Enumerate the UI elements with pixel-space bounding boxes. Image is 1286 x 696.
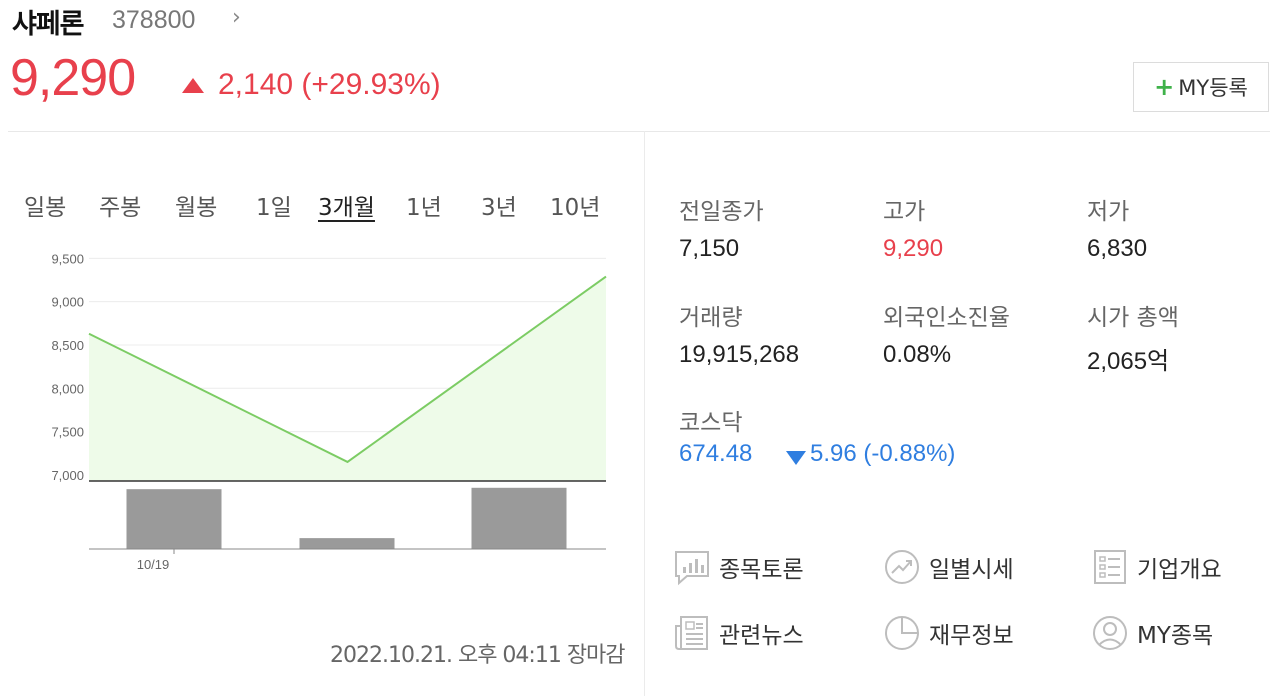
link-financials[interactable]: 재무정보 xyxy=(883,614,1014,652)
stat-volume: 거래량 19,915,268 xyxy=(679,298,799,369)
stat-kosdaq[interactable]: 코스닥 xyxy=(679,403,742,437)
tab-1year[interactable]: 1년 xyxy=(406,188,442,222)
stock-code[interactable]: 378800 xyxy=(112,6,195,35)
link-label: 관련뉴스 xyxy=(719,623,804,649)
y-tick-label: 7,500 xyxy=(51,425,84,440)
user-circle-icon xyxy=(1093,616,1127,650)
stat-value: 6,830 xyxy=(1087,235,1148,262)
stat-label: 고가 xyxy=(883,199,926,225)
stat-value: 7,150 xyxy=(679,235,740,262)
stat-value: 9,290 xyxy=(883,235,944,262)
link-discussion[interactable]: 종목토론 xyxy=(673,548,804,586)
link-label: MY종목 xyxy=(1137,623,1214,649)
link-label: 기업개요 xyxy=(1137,557,1222,583)
link-my-stocks[interactable]: MY종목 xyxy=(1091,614,1213,652)
y-tick-label: 9,000 xyxy=(51,295,84,310)
stat-low: 저가 6,830 xyxy=(1087,192,1147,263)
tab-3year[interactable]: 3년 xyxy=(481,188,517,222)
chart-period-tabs: 일봉 주봉 월봉 1일 3개월 1년 3년 10년 xyxy=(0,188,640,224)
newspaper-icon xyxy=(675,616,708,650)
stat-label: 저가 xyxy=(1087,199,1130,225)
down-triangle-icon xyxy=(786,451,806,465)
header-divider xyxy=(8,131,1270,132)
stat-label: 시가 총액 xyxy=(1087,305,1179,331)
link-daily-price[interactable]: 일별시세 xyxy=(883,548,1014,586)
y-tick-label: 7,000 xyxy=(51,468,84,483)
stat-high: 고가 9,290 xyxy=(883,192,943,263)
stat-value: 2,065억 xyxy=(1087,348,1170,375)
y-tick-label: 9,500 xyxy=(51,251,84,266)
list-document-icon xyxy=(1094,550,1126,584)
link-news[interactable]: 관련뉴스 xyxy=(673,614,804,652)
tab-monthly[interactable]: 월봉 xyxy=(175,188,217,222)
as-of-timestamp: 2022.10.21. 오후 04:11 장마감 xyxy=(330,643,626,668)
link-label: 종목토론 xyxy=(719,557,804,583)
stat-value: 19,915,268 xyxy=(679,341,800,368)
tab-daily[interactable]: 일봉 xyxy=(24,188,66,222)
price-change: 2,140 (+29.93%) xyxy=(218,68,441,101)
speech-bubble-chart-icon xyxy=(675,551,709,586)
y-tick-label: 8,500 xyxy=(51,338,84,353)
stat-label: 외국인소진율 xyxy=(883,305,1010,331)
stat-value: 0.08% xyxy=(883,341,952,368)
y-tick-label: 8,000 xyxy=(51,381,84,396)
stat-foreign-ratio: 외국인소진율 0.08% xyxy=(883,298,1010,369)
trend-up-icon xyxy=(885,550,919,584)
chevron-right-icon[interactable]: › xyxy=(232,5,241,30)
tab-10year[interactable]: 10년 xyxy=(550,188,600,222)
up-triangle-icon xyxy=(182,78,204,93)
stat-label: 전일종가 xyxy=(679,199,764,225)
kosdaq-change: 5.96 (-0.88%) xyxy=(810,440,956,467)
tab-weekly[interactable]: 주봉 xyxy=(99,188,141,222)
stat-market-cap: 시가 총액 2,065억 xyxy=(1087,298,1179,376)
price-chart[interactable]: 9,500 9,000 8,500 8,000 7,500 7,000 10/19 xyxy=(0,235,640,580)
pie-chart-icon xyxy=(885,616,919,650)
volume-bar xyxy=(126,489,222,549)
kosdaq-label: 코스닥 xyxy=(679,410,743,436)
my-register-button[interactable]: + MY등록 xyxy=(1133,62,1269,112)
panel-divider xyxy=(644,131,645,696)
link-label: 일별시세 xyxy=(929,557,1014,583)
stat-label: 거래량 xyxy=(679,305,743,331)
link-label: 재무정보 xyxy=(929,623,1014,649)
plus-icon: + xyxy=(1154,73,1175,101)
volume-bar xyxy=(471,487,567,549)
tab-1day[interactable]: 1일 xyxy=(256,188,292,222)
x-tick-label: 10/19 xyxy=(137,557,170,572)
stat-prev-close: 전일종가 7,150 xyxy=(679,192,764,263)
kosdaq-value: 674.48 xyxy=(679,440,753,467)
link-company-info[interactable]: 기업개요 xyxy=(1091,548,1222,586)
stock-name[interactable]: 샤페론 xyxy=(12,2,85,41)
current-price: 9,290 xyxy=(10,49,136,107)
tab-3month[interactable]: 3개월 xyxy=(318,188,375,222)
price-area-fill xyxy=(89,276,606,481)
my-register-label: MY등록 xyxy=(1178,76,1248,100)
volume-bar xyxy=(299,538,395,549)
